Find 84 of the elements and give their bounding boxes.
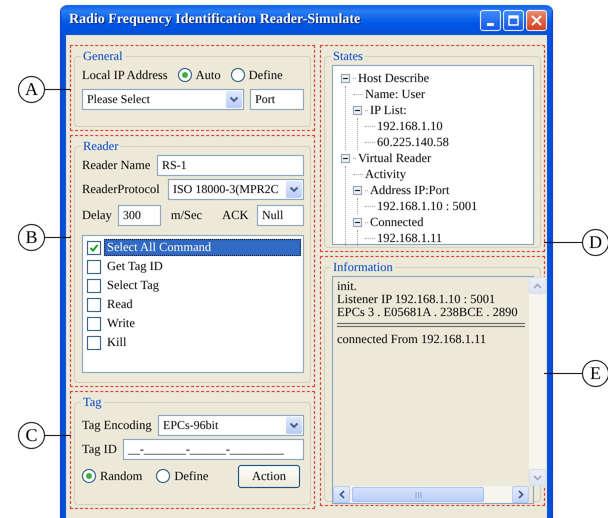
list-item[interactable]: Write xyxy=(85,314,301,333)
chevron-left-icon xyxy=(338,490,344,499)
field-label: Reader Name xyxy=(82,158,150,172)
checkbox[interactable] xyxy=(87,298,101,312)
tree-item[interactable]: 192.168.1.11 xyxy=(377,230,442,246)
field-label: Delay xyxy=(82,208,112,222)
input-field[interactable]: 300 xyxy=(118,204,161,226)
dropdown[interactable]: Please Select xyxy=(82,88,244,110)
leader-line xyxy=(544,373,582,374)
tree-item[interactable]: Activity xyxy=(365,166,406,182)
tree-item[interactable]: 192.168.1.10 xyxy=(377,118,443,134)
item-label: Kill xyxy=(106,334,128,351)
chevron-up-icon xyxy=(533,282,542,288)
list-item[interactable]: Read xyxy=(85,295,301,314)
collapse-icon[interactable] xyxy=(353,218,362,226)
callout-label: E xyxy=(582,360,608,387)
leader-line xyxy=(45,237,71,238)
scroll-right-button[interactable] xyxy=(512,486,529,503)
item-label: Select Tag xyxy=(106,277,160,294)
input-field[interactable]: __-_______-______-_________ xyxy=(122,438,304,460)
log-line: init. xyxy=(337,280,358,293)
minimize-icon xyxy=(487,22,494,26)
checkbox[interactable] xyxy=(87,240,101,254)
list-item[interactable]: Kill xyxy=(85,333,301,352)
tree-item[interactable]: 60.225.140.58 xyxy=(377,134,449,150)
callout-label: A xyxy=(18,76,45,103)
tree-item[interactable]: Host Describe xyxy=(358,70,430,86)
tree-item[interactable]: Name: User xyxy=(365,86,426,102)
collapse-icon[interactable] xyxy=(353,106,362,114)
radio-button[interactable]: Random xyxy=(82,468,142,484)
leader-line xyxy=(45,89,71,90)
chevron-down-icon xyxy=(533,474,542,480)
collapse-icon[interactable] xyxy=(341,154,350,162)
input-field[interactable]: RS-1 xyxy=(157,154,304,176)
log-line: EPCs 3 . E05681A . 238BCE . 2890 xyxy=(337,306,519,319)
input-field[interactable]: Null xyxy=(257,204,304,226)
horizontal-scrollbar[interactable] xyxy=(333,486,529,503)
minimize-button[interactable] xyxy=(480,10,501,30)
field-label: Tag ID xyxy=(82,442,117,456)
item-label: Read xyxy=(106,296,134,313)
scroll-left-button[interactable] xyxy=(333,486,350,503)
tree-item[interactable]: IP List: xyxy=(370,102,407,118)
field-label: ACK xyxy=(222,208,249,222)
maximize-button[interactable] xyxy=(503,10,524,30)
leader-line xyxy=(45,435,71,436)
radio-button[interactable]: Auto xyxy=(178,68,221,82)
radio-button[interactable]: Define xyxy=(156,468,208,484)
tree-item[interactable]: Connected xyxy=(370,214,424,230)
collapse-icon[interactable] xyxy=(353,186,362,194)
log-line: connected From 192.168.1.11 xyxy=(337,333,488,346)
tree-item[interactable]: 192.168.1.10 : 5001 xyxy=(377,198,478,214)
callout-label: D xyxy=(582,229,608,256)
action-button[interactable]: Action xyxy=(238,464,300,488)
item-label: Select All Command xyxy=(104,239,301,256)
checkbox[interactable] xyxy=(87,336,101,350)
list-item[interactable]: Get Tag ID xyxy=(85,257,301,276)
list-item[interactable]: Select All Command xyxy=(85,238,301,257)
collapse-icon[interactable] xyxy=(341,74,350,82)
field-label: ReaderProtocol xyxy=(82,182,160,196)
checkbox[interactable] xyxy=(87,260,101,274)
callout-label: B xyxy=(18,224,45,251)
window-title: Radio Frequency Identification Reader-Simulate xyxy=(69,12,360,28)
radio-button[interactable]: Define xyxy=(230,68,283,82)
input-field[interactable]: Port xyxy=(250,88,304,110)
close-button[interactable] xyxy=(526,10,547,30)
chevron-right-icon xyxy=(518,490,524,499)
tree-item[interactable]: Address IP:Port xyxy=(370,182,450,198)
maximize-icon xyxy=(508,14,519,26)
checkbox[interactable] xyxy=(87,278,101,292)
log-line: Listener IP 192.168.1.10 : 5001 xyxy=(337,293,496,306)
dropdown[interactable]: ISO 18000-3(MPR2C xyxy=(168,178,304,200)
field-label: m/Sec xyxy=(170,208,202,222)
checkbox[interactable] xyxy=(87,316,101,330)
scroll-thumb[interactable] xyxy=(352,487,484,502)
close-icon xyxy=(531,14,542,26)
tree-item[interactable]: Virtual Reader xyxy=(358,150,432,166)
item-label: Write xyxy=(106,315,136,332)
list-item[interactable]: Select Tag xyxy=(85,276,301,295)
dropdown[interactable]: EPCs-96bit xyxy=(158,414,304,436)
item-label: Get Tag ID xyxy=(106,258,164,275)
field-label: Local IP Address xyxy=(82,68,168,82)
callout-label: C xyxy=(18,422,45,449)
leader-line xyxy=(544,242,582,243)
field-label: Tag Encoding xyxy=(82,418,152,432)
